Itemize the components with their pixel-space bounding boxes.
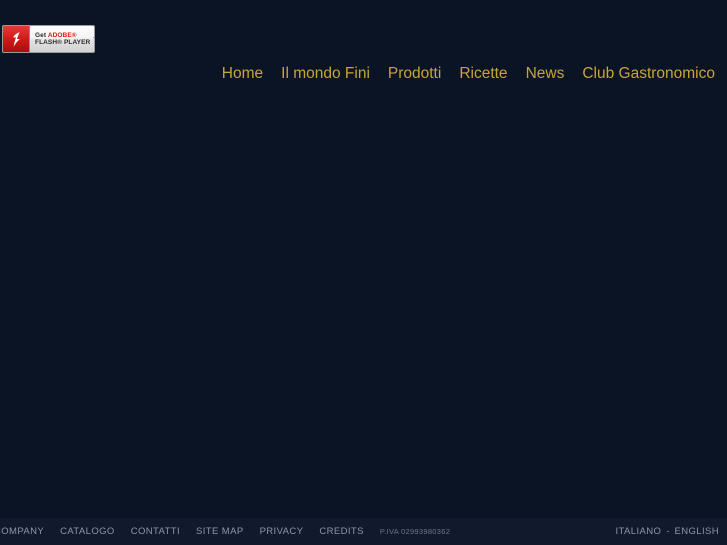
main-navigation: Home Il mondo Fini Prodotti Ricette News…	[0, 61, 727, 86]
nav-item-ricette[interactable]: Ricette	[459, 65, 507, 83]
language-switcher: ITALIANO - ENGLISH	[616, 518, 719, 545]
flash-badge-text: Get ADOBE® FLASH® PLAYER	[30, 26, 90, 52]
footer-link-catalogo[interactable]: CATALOGO	[60, 526, 115, 537]
flash-content-stage	[0, 90, 727, 518]
flash-badge-adobe-label: ADOBE®	[47, 31, 77, 39]
download-arrow-icon[interactable]	[90, 26, 94, 52]
footer-link-credits[interactable]: CREDITS	[319, 526, 364, 537]
language-link-italiano[interactable]: ITALIANO	[616, 526, 662, 537]
nav-item-prodotti[interactable]: Prodotti	[388, 65, 441, 83]
page-root: Get ADOBE® FLASH® PLAYER Home Il mondo F…	[0, 0, 727, 545]
footer-link-privacy[interactable]: PRIVACY	[260, 526, 304, 537]
nav-item-news[interactable]: News	[526, 65, 565, 83]
footer-link-company[interactable]: COMPANY	[0, 526, 44, 537]
footer-links: COMPANY CATALOGO CONTATTI SITE MAP PRIVA…	[0, 518, 450, 545]
flash-badge-line-1: Get ADOBE®	[35, 32, 90, 39]
flash-badge-line-2: FLASH® PLAYER	[35, 39, 91, 46]
language-separator: -	[666, 526, 670, 537]
footer-vat-number: P.IVA 02993980362	[379, 527, 451, 536]
flash-badge-get-label: Get	[35, 31, 48, 39]
footer-link-site-map[interactable]: SITE MAP	[196, 526, 244, 537]
nav-item-il-mondo-fini[interactable]: Il mondo Fini	[281, 65, 370, 83]
flash-player-logo-icon	[3, 26, 30, 52]
nav-item-club-gastronomico[interactable]: Club Gastronomico	[582, 65, 715, 83]
site-footer: COMPANY CATALOGO CONTATTI SITE MAP PRIVA…	[0, 518, 727, 545]
footer-link-contatti[interactable]: CONTATTI	[131, 526, 180, 537]
get-flash-player-badge[interactable]: Get ADOBE® FLASH® PLAYER	[2, 25, 95, 53]
language-link-english[interactable]: ENGLISH	[674, 526, 719, 537]
nav-item-home[interactable]: Home	[222, 65, 263, 83]
